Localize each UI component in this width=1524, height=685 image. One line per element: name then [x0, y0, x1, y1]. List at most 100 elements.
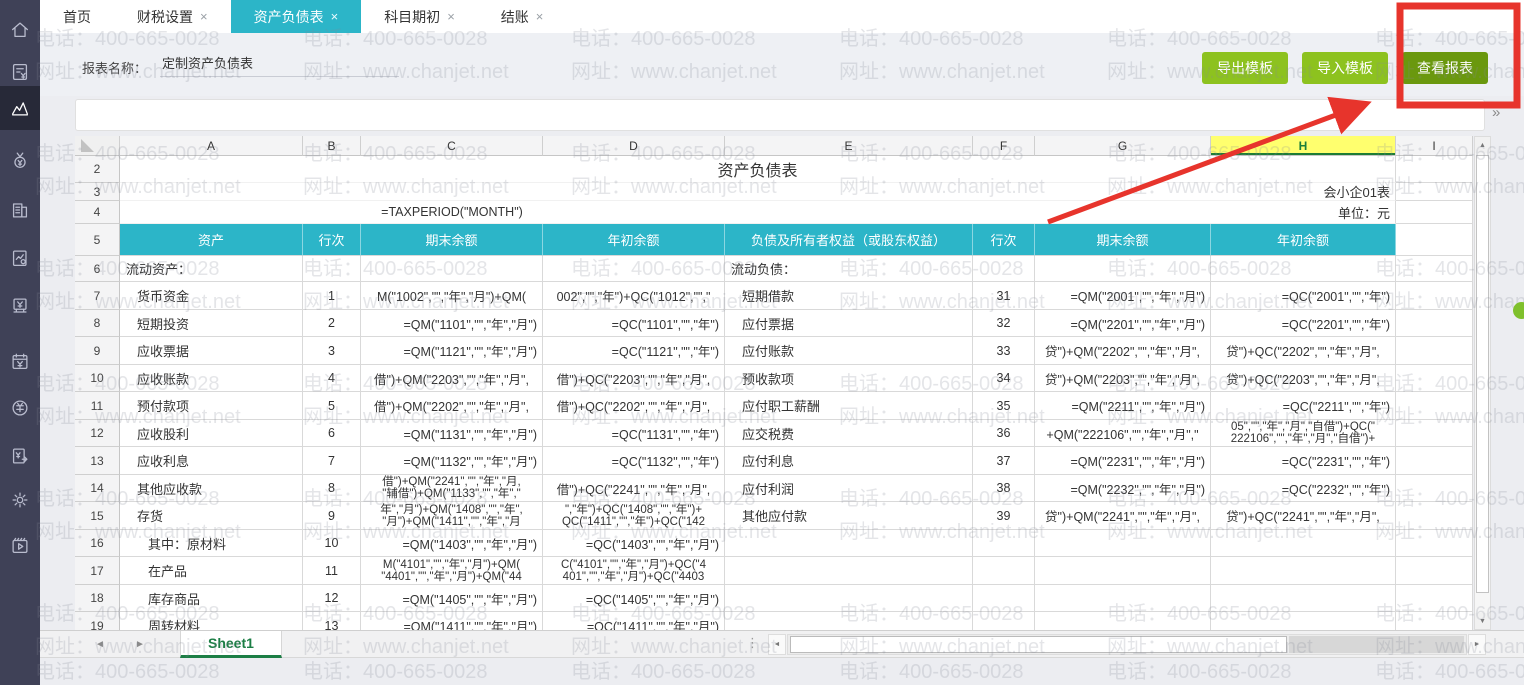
- cell-H10[interactable]: 贷")+QC("2203","","年","月",: [1211, 365, 1396, 392]
- sidebar-item-salary[interactable]: [0, 340, 40, 384]
- row-header-11[interactable]: 11: [75, 392, 120, 420]
- horizontal-scrollbar-track[interactable]: [787, 634, 1467, 655]
- cell-B18[interactable]: 12: [303, 585, 361, 612]
- cell-B15[interactable]: 9: [303, 502, 361, 530]
- cell-E18[interactable]: [725, 585, 973, 612]
- cell-I19[interactable]: [1396, 612, 1473, 630]
- sidebar-item-reports[interactable]: [0, 86, 40, 130]
- cell-E16[interactable]: [725, 530, 973, 557]
- cell-G17[interactable]: [1035, 557, 1211, 585]
- sidebar-item-tax[interactable]: [0, 386, 40, 430]
- cell-H12[interactable]: 05","","年","月","自借")+QC(" 222106","","年"…: [1211, 420, 1396, 447]
- cell-F11[interactable]: 35: [973, 392, 1035, 420]
- cell-A10[interactable]: 应收账款: [120, 365, 303, 392]
- cell-I6[interactable]: [1396, 256, 1473, 282]
- cell-A8[interactable]: 短期投资: [120, 310, 303, 337]
- sheet-nav-left-icon[interactable]: ◄: [95, 631, 105, 658]
- cell-I17[interactable]: [1396, 557, 1473, 585]
- horizontal-scrollbar-thumb[interactable]: [790, 636, 1287, 653]
- cell-I11[interactable]: [1396, 392, 1473, 420]
- vertical-scrollbar[interactable]: ▲ ▼: [1474, 136, 1491, 630]
- cell-F10[interactable]: 34: [973, 365, 1035, 392]
- cell-A15[interactable]: 存货: [120, 502, 303, 530]
- cell-B5[interactable]: 行次: [303, 224, 361, 256]
- cell-G7[interactable]: =QM("2001","","年","月"): [1035, 282, 1211, 310]
- cell-F12[interactable]: 36: [973, 420, 1035, 447]
- cell-G10[interactable]: 贷")+QM("2203","","年","月",: [1035, 365, 1211, 392]
- cell-A5[interactable]: 资产: [120, 224, 303, 256]
- row-header-8[interactable]: 8: [75, 310, 120, 337]
- column-header-I[interactable]: I: [1396, 136, 1473, 156]
- cell-H9[interactable]: 贷")+QC("2202","","年","月",: [1211, 337, 1396, 365]
- row-header-16[interactable]: 16: [75, 530, 120, 557]
- cell-B17[interactable]: 11: [303, 557, 361, 585]
- cell-I14[interactable]: [1396, 475, 1473, 502]
- close-tab-icon[interactable]: ×: [447, 9, 455, 24]
- cell-meta-3[interactable]: 会小企01表: [120, 183, 1396, 201]
- cell-C14[interactable]: 借")+QM("2241","","年","月, "辅借")+QM("1133"…: [361, 475, 543, 502]
- cell-D5[interactable]: 年初余额: [543, 224, 725, 256]
- sidebar-item-company[interactable]: [0, 188, 40, 232]
- cell-H7[interactable]: =QC("2001","","年"): [1211, 282, 1396, 310]
- cell-D7[interactable]: 002","","年")+QC("1012","",": [543, 282, 725, 310]
- cell-B8[interactable]: 2: [303, 310, 361, 337]
- cell-A13[interactable]: 应收利息: [120, 447, 303, 475]
- cell-H13[interactable]: =QC("2231","","年"): [1211, 447, 1396, 475]
- cell-E13[interactable]: 应付利息: [725, 447, 973, 475]
- cell-I2[interactable]: [1396, 156, 1473, 183]
- cell-C17[interactable]: M("4101","","年","月")+QM( "4401","","年","…: [361, 557, 543, 585]
- cell-D19[interactable]: =QC("1411","","年","月"): [543, 612, 725, 630]
- cell-C8[interactable]: =QM("1101","","年","月"): [361, 310, 543, 337]
- cell-A11[interactable]: 预付款项: [120, 392, 303, 420]
- column-header-D[interactable]: D: [543, 136, 725, 156]
- cell-E5[interactable]: 负债及所有者权益（或股东权益）: [725, 224, 973, 256]
- cell-H5[interactable]: 年初余额: [1211, 224, 1396, 256]
- expand-formula-bar-icon[interactable]: »: [1492, 105, 1500, 120]
- row-header-19[interactable]: 19: [75, 612, 120, 630]
- cell-H19[interactable]: [1211, 612, 1396, 630]
- sheet-tab-sheet1[interactable]: Sheet1: [180, 631, 282, 658]
- report-name-input[interactable]: [160, 48, 399, 77]
- cell-I5[interactable]: [1396, 224, 1473, 256]
- view-report-button[interactable]: 查看报表: [1402, 52, 1488, 84]
- cell-D10[interactable]: 借")+QC("2203","","年","月",: [543, 365, 725, 392]
- cell-A18[interactable]: 库存商品: [120, 585, 303, 612]
- sidebar-item-settings[interactable]: [0, 478, 40, 522]
- cell-G19[interactable]: [1035, 612, 1211, 630]
- cell-D9[interactable]: =QC("1121","","年"): [543, 337, 725, 365]
- cell-F14[interactable]: 38: [973, 475, 1035, 502]
- cell-A19[interactable]: 周转材料: [120, 612, 303, 630]
- cell-I15[interactable]: [1396, 502, 1473, 530]
- cell-F17[interactable]: [973, 557, 1035, 585]
- scroll-down-icon[interactable]: ▼: [1475, 613, 1490, 629]
- cell-F13[interactable]: 37: [973, 447, 1035, 475]
- cell-B11[interactable]: 5: [303, 392, 361, 420]
- cell-H6[interactable]: [1211, 256, 1396, 282]
- cell-G15[interactable]: 贷")+QM("2241","","年","月",: [1035, 502, 1211, 530]
- close-tab-icon[interactable]: ×: [200, 9, 208, 24]
- cell-A14[interactable]: 其他应收款: [120, 475, 303, 502]
- scroll-left-icon[interactable]: ◄: [768, 634, 786, 655]
- cell-G12[interactable]: +QM("222106","","年","月",": [1035, 420, 1211, 447]
- cell-I12[interactable]: [1396, 420, 1473, 447]
- row-header-15[interactable]: 15: [75, 502, 120, 530]
- cell-E12[interactable]: 应交税费: [725, 420, 973, 447]
- cell-D13[interactable]: =QC("1132","","年"): [543, 447, 725, 475]
- cell-B12[interactable]: 6: [303, 420, 361, 447]
- cell-H14[interactable]: =QC("2232","","年"): [1211, 475, 1396, 502]
- row-header-2[interactable]: 2: [75, 156, 120, 183]
- row-header-4[interactable]: 4: [75, 201, 120, 224]
- sidebar-item-funds[interactable]: [0, 138, 40, 182]
- cell-G16[interactable]: [1035, 530, 1211, 557]
- row-header-6[interactable]: 6: [75, 256, 120, 282]
- cell-A9[interactable]: 应收票据: [120, 337, 303, 365]
- column-header-H[interactable]: H: [1211, 136, 1396, 156]
- sidebar-item-statements[interactable]: [0, 236, 40, 280]
- cell-E6[interactable]: 流动负债：: [725, 256, 973, 282]
- tab-home[interactable]: 首页: [40, 0, 114, 33]
- import-template-button[interactable]: 导入模板: [1302, 52, 1388, 84]
- sidebar-item-home[interactable]: [0, 8, 40, 52]
- cell-F6[interactable]: [973, 256, 1035, 282]
- cell-G6[interactable]: [1035, 256, 1211, 282]
- cell-B9[interactable]: 3: [303, 337, 361, 365]
